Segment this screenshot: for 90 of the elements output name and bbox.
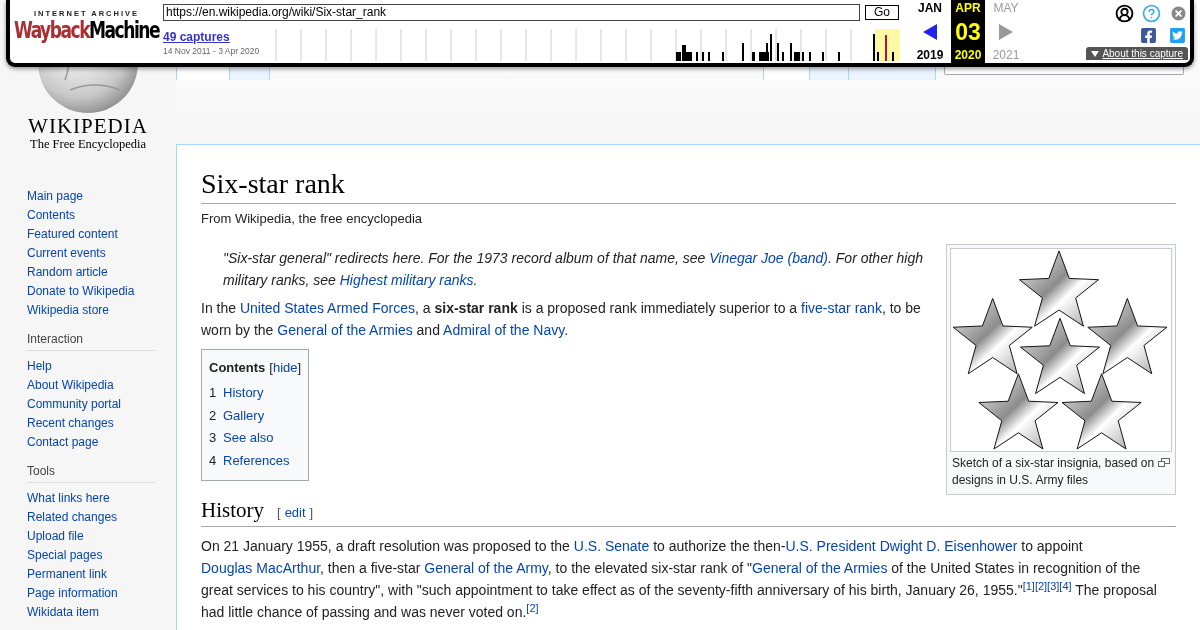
capture-range: 14 Nov 2011 - 3 Apr 2020 [163, 45, 261, 57]
toc-link[interactable]: Gallery [223, 404, 265, 427]
wayback-machine-logo[interactable]: WaybackMachine [14, 15, 159, 43]
article-link[interactable]: U.S. Senate [573, 538, 650, 554]
sidebar-link[interactable]: Current events [27, 246, 106, 260]
sidebar-link[interactable]: Wikidata item [27, 605, 100, 619]
sidebar-link[interactable]: Recent changes [27, 416, 114, 430]
section-heading: History [201, 497, 264, 524]
user-icon[interactable] [1115, 4, 1134, 23]
edit-link[interactable]: edit [284, 502, 306, 524]
reference-link[interactable]: [2] [526, 601, 539, 614]
article-link[interactable]: General of the Army [424, 560, 548, 576]
puzzle-globe-logo[interactable] [35, 67, 141, 113]
toc-link[interactable]: History [223, 382, 264, 405]
reference-link[interactable]: [4] [1059, 579, 1072, 592]
wikipedia-wordmark[interactable]: WIKIPEDIA [28, 115, 148, 137]
bracket: ] [297, 359, 302, 377]
bracket: [ [277, 504, 281, 522]
article-link[interactable]: Highest military ranks [339, 272, 474, 288]
sidebar-link[interactable]: Related changes [27, 510, 118, 524]
sidebar-link[interactable]: Random article [27, 265, 108, 279]
reference-link[interactable]: [1] [1022, 579, 1035, 592]
toc-number: 1 [209, 384, 218, 402]
sidebar-link[interactable]: Contact page [27, 435, 99, 449]
sidebar-link[interactable]: Help [27, 359, 52, 373]
bracket: ] [309, 504, 314, 522]
article-title: Six-star rank [201, 167, 1176, 204]
sidebar-link[interactable]: Wikipedia store [27, 303, 110, 317]
sidebar-link[interactable]: Contents [27, 208, 76, 222]
url-field[interactable]: https://en.wikipedia.org/wiki/Six-star_rank [163, 4, 860, 21]
sidebar-link[interactable]: Page information [27, 586, 118, 600]
capture-histogram[interactable] [275, 29, 900, 61]
article-link[interactable]: five-star rank [801, 300, 882, 316]
capture-day: 03 [955, 19, 981, 44]
sidebar-link[interactable]: Main page [27, 189, 84, 203]
sidebar-link[interactable]: Special pages [27, 548, 103, 562]
sidebar-link[interactable]: What links here [27, 491, 110, 505]
toc-number: 4 [209, 451, 218, 470]
captures-link[interactable]: 49 captures [163, 29, 230, 45]
caret-icon [1091, 50, 1100, 57]
figure-caption: Sketch of a six-star insignia, based on designs in U.S. Army files [952, 455, 1156, 489]
reference-link[interactable]: [2] [1034, 579, 1048, 592]
page-tab[interactable] [809, 67, 848, 80]
sidebar-link[interactable]: Upload file [27, 529, 84, 543]
toc-link[interactable]: See also [223, 427, 274, 450]
month-label: APR [955, 1, 981, 15]
toc-number: 2 [209, 406, 218, 425]
article-link[interactable]: Douglas MacArthur [201, 560, 321, 576]
hide-link[interactable]: hide [272, 356, 298, 380]
go-button[interactable]: Go [865, 5, 899, 20]
bracket: [ [269, 359, 273, 377]
sidebar-link[interactable]: Donate to Wikipedia [27, 284, 135, 298]
previous-arrow-icon[interactable] [923, 23, 937, 40]
six-star-insignia-drawing[interactable] [950, 248, 1172, 452]
lead-paragraph: In the United States Armed Forces, a six-star rank is a proposed rank immediately superior to a five-star rank, to be worn by the General of the Armies and Admiral of the Navy. [201, 299, 922, 340]
toc-number: 3 [209, 429, 218, 447]
page-tab[interactable] [763, 67, 809, 80]
article-link[interactable]: Vinegar Joe (band) [709, 250, 828, 266]
sidebar-heading: Interaction [27, 331, 155, 351]
article-link[interactable]: General of the Armies [752, 560, 888, 576]
sidebar-link[interactable]: Community portal [27, 397, 122, 411]
sidebar-link[interactable]: About Wikipedia [27, 378, 114, 392]
sidebar-link[interactable]: Permanent link [27, 567, 108, 581]
year-label: 2019 [916, 48, 944, 62]
search-field[interactable] [944, 67, 1184, 75]
year-label: 2021 [992, 48, 1020, 62]
contents-heading: Contents [209, 359, 266, 377]
sidebar-link[interactable]: Featured content [27, 227, 118, 241]
facebook-icon[interactable] [1140, 27, 1157, 44]
article-link[interactable]: U.S. President Dwight D. Eisenhower [785, 538, 1018, 554]
article-tagline: From Wikipedia, the free encyclopedia [201, 210, 424, 228]
year-label: 2020 [954, 48, 982, 62]
close-icon[interactable] [1169, 4, 1188, 23]
hatnote: "Six-star general" redirects here. For the 1973 record album of that name, see Vinegar Joe (band). For other high military ranks, see Highest military ranks. [222, 249, 924, 290]
toc-link[interactable]: References [223, 449, 290, 472]
month-column[interactable]: JAN 2019 [913, 0, 947, 63]
page-tab[interactable] [848, 67, 936, 80]
about-capture-button[interactable]: About this capture [1086, 47, 1188, 60]
wikipedia-tagline: The Free Encyclopedia [30, 137, 146, 152]
month-label: JAN [918, 1, 942, 15]
enlarge-icon[interactable] [1158, 458, 1170, 467]
page-tab[interactable] [176, 67, 229, 80]
sidebar-heading: Tools [27, 463, 155, 483]
twitter-icon[interactable] [1169, 27, 1186, 44]
article-link[interactable]: General of the Armies [277, 322, 413, 338]
month-column[interactable]: APR 03 2020 [951, 0, 985, 63]
article-link[interactable]: United States Armed Forces [239, 300, 415, 316]
reference-link[interactable]: [3] [1047, 579, 1060, 592]
page-tab[interactable] [229, 67, 270, 80]
month-label: MAY [993, 1, 1019, 15]
